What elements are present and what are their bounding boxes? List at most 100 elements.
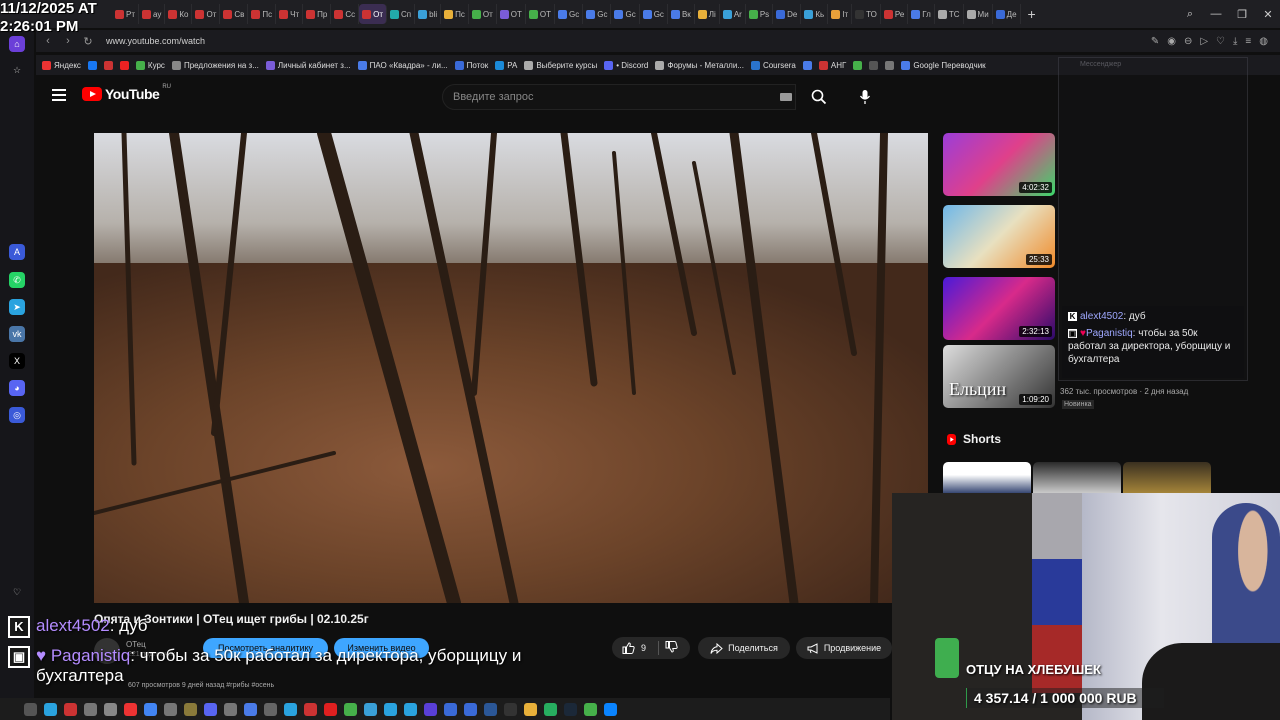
back-icon[interactable]: ‹: [42, 35, 54, 47]
taskbar-app-icon[interactable]: [284, 702, 297, 716]
whatsapp-icon[interactable]: ✆: [9, 272, 25, 288]
play-icon[interactable]: ▷: [1200, 36, 1208, 47]
search-input[interactable]: [453, 91, 763, 103]
browser-tab[interactable]: ТС: [935, 4, 964, 24]
camera-icon[interactable]: ◉: [1167, 36, 1176, 47]
new-tab-icon[interactable]: +: [1021, 4, 1043, 24]
taskbar-app-icon[interactable]: [364, 702, 377, 716]
bookmark-item[interactable]: [853, 60, 863, 70]
browser-tab[interactable]: От: [469, 4, 497, 24]
browser-tab[interactable]: Чт: [276, 4, 304, 24]
taskbar-app-icon[interactable]: [164, 702, 177, 716]
search-button[interactable]: [800, 84, 838, 110]
search-tabs-icon[interactable]: ⌕: [1178, 8, 1202, 21]
browser-tab[interactable]: Gc: [611, 4, 640, 24]
browser-tab[interactable]: Ми: [964, 4, 993, 24]
browser-tab[interactable]: Ко: [165, 4, 193, 24]
taskbar-app-icon[interactable]: [384, 702, 397, 716]
youtube-logo[interactable]: YouTube RU: [82, 84, 171, 102]
bookmark-item[interactable]: [87, 60, 97, 70]
bookmark-item[interactable]: Поток: [454, 60, 488, 70]
bookmark-item[interactable]: [869, 60, 879, 70]
bookmark-item[interactable]: Coursera: [750, 60, 796, 70]
profile-icon[interactable]: ◍: [1259, 36, 1268, 47]
discord-icon[interactable]: ◕: [9, 380, 25, 396]
taskbar-app-icon[interactable]: [524, 702, 537, 716]
recommendation-thumbnail[interactable]: 25:33: [943, 205, 1055, 268]
bookmark-item[interactable]: [119, 60, 129, 70]
browser-tab[interactable]: Gc: [555, 4, 584, 24]
short-thumbnail[interactable]: [1033, 462, 1121, 494]
maximize-icon[interactable]: ❐: [1230, 8, 1254, 21]
browser-tab[interactable]: Сс: [331, 4, 360, 24]
block-icon[interactable]: ⊖: [1184, 36, 1192, 47]
browser-tab[interactable]: De: [773, 4, 802, 24]
browser-tab[interactable]: Пс: [248, 4, 277, 24]
taskbar-app-icon[interactable]: [404, 702, 417, 716]
aria-icon[interactable]: A: [9, 244, 25, 260]
bookmark-item[interactable]: Яндекс: [42, 60, 81, 70]
player-icon[interactable]: ◎: [9, 407, 25, 423]
taskbar-app-icon[interactable]: [264, 702, 277, 716]
taskbar-app-icon[interactable]: [484, 702, 497, 716]
browser-tab[interactable]: bli: [415, 4, 442, 24]
taskbar-app-icon[interactable]: [244, 702, 257, 716]
taskbar-app-icon[interactable]: [84, 702, 97, 716]
browser-tab[interactable]: Лі: [695, 4, 720, 24]
video-player[interactable]: [94, 133, 928, 603]
bookmark-item[interactable]: • Discord: [604, 60, 648, 70]
minimize-icon[interactable]: —: [1204, 8, 1228, 20]
hamburger-menu-icon[interactable]: [52, 89, 66, 101]
short-thumbnail[interactable]: [1123, 462, 1211, 494]
browser-tab[interactable]: ау: [139, 4, 166, 24]
bookmark-item[interactable]: АНГ: [818, 60, 846, 70]
browser-tab[interactable]: Пр: [303, 4, 332, 24]
browser-tab[interactable]: ОТ: [526, 4, 555, 24]
download-icon[interactable]: ⤓: [1233, 36, 1237, 47]
bookmark-item[interactable]: Курс: [135, 60, 165, 70]
taskbar-app-icon[interactable]: [424, 702, 437, 716]
taskbar-app-icon[interactable]: [324, 702, 337, 716]
like-button[interactable]: 9: [622, 642, 646, 654]
browser-tab[interactable]: Gc: [583, 4, 612, 24]
bookmark-item[interactable]: Выберите курсы: [524, 60, 597, 70]
taskbar-app-icon[interactable]: [64, 702, 77, 716]
bookmark-item[interactable]: Предложения на з...: [171, 60, 259, 70]
keyboard-icon[interactable]: [780, 93, 792, 101]
heart-icon[interactable]: ♡: [9, 584, 25, 600]
browser-tab[interactable]: Де: [993, 4, 1021, 24]
browser-tab[interactable]: ТО: [852, 4, 881, 24]
browser-tab[interactable]: Іт: [828, 4, 853, 24]
bookmark-item[interactable]: Личный кабинет з...: [265, 60, 351, 70]
browser-tab[interactable]: От: [192, 4, 221, 24]
forward-icon[interactable]: ›: [62, 35, 74, 47]
telegram-icon[interactable]: ➤: [9, 299, 25, 315]
taskbar-app-icon[interactable]: [104, 702, 117, 716]
promote-button[interactable]: Продвижение: [796, 637, 892, 659]
home-icon[interactable]: ⌂: [9, 36, 25, 52]
taskbar-app-icon[interactable]: [564, 702, 577, 716]
edit-icon[interactable]: ✎: [1151, 36, 1159, 47]
browser-tab[interactable]: От: [359, 4, 388, 24]
vk-icon[interactable]: vk: [9, 326, 25, 342]
browser-tab[interactable]: Кь: [801, 4, 829, 24]
browser-tab[interactable]: Св: [220, 4, 249, 24]
browser-tab[interactable]: Гл: [908, 4, 935, 24]
browser-tab[interactable]: Сп: [387, 4, 416, 24]
bookmark-item[interactable]: [802, 60, 812, 70]
taskbar-app-icon[interactable]: [144, 702, 157, 716]
bookmark-item[interactable]: Google Переводчик: [901, 60, 986, 70]
browser-tab[interactable]: Ps: [746, 4, 774, 24]
recommendation-thumbnail[interactable]: Ельцин 1:09:20: [943, 345, 1055, 408]
browser-tab[interactable]: Gc: [640, 4, 668, 24]
url-field[interactable]: www.youtube.com/watch: [106, 36, 205, 46]
voice-search-button[interactable]: [854, 86, 876, 108]
taskbar-app-icon[interactable]: [24, 702, 37, 716]
taskbar-app-icon[interactable]: [444, 702, 457, 716]
star-icon[interactable]: ☆: [9, 62, 25, 78]
recommendation-thumbnail[interactable]: 4:02:32: [943, 133, 1055, 196]
bookmark-item[interactable]: [885, 60, 895, 70]
recommendation-thumbnail[interactable]: 2:32:13: [943, 277, 1055, 340]
share-button[interactable]: Поделиться: [698, 637, 790, 659]
taskbar-app-icon[interactable]: [44, 702, 57, 716]
